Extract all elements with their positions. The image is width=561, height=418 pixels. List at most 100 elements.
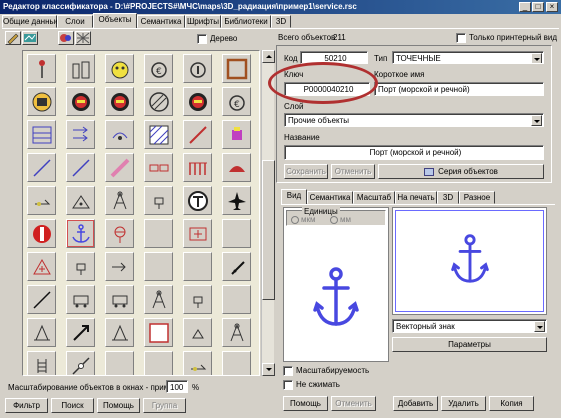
minimize-button[interactable]: _ <box>519 2 531 12</box>
symbol-cell[interactable] <box>105 186 134 215</box>
params-button[interactable]: Параметры <box>392 337 547 352</box>
symbol-cell[interactable] <box>66 351 95 375</box>
symbol-cell[interactable] <box>183 318 212 347</box>
save-button[interactable]: Сохранить <box>284 164 328 179</box>
tab-semantics[interactable]: Семантика <box>137 15 185 28</box>
tab-general[interactable]: Общие данные <box>2 15 60 28</box>
symbol-cell[interactable] <box>144 351 173 375</box>
tab-3d[interactable]: 3D <box>271 15 291 28</box>
scale-input[interactable]: 100 <box>166 380 188 393</box>
copy-button[interactable]: Копия <box>489 396 534 411</box>
symbol-cell[interactable] <box>27 186 56 215</box>
symbol-cell[interactable] <box>66 153 95 182</box>
tab-layers[interactable]: Слои <box>57 15 93 28</box>
scroll-thumb[interactable] <box>262 160 275 300</box>
tree-checkbox[interactable] <box>197 34 207 44</box>
view-tab-view[interactable]: Вид <box>281 189 307 205</box>
symbol-cell[interactable] <box>144 219 173 248</box>
symbol-cell[interactable] <box>66 219 95 248</box>
symbol-cell[interactable] <box>66 120 95 149</box>
grid-tool-button[interactable] <box>75 31 91 45</box>
symbol-cell[interactable] <box>105 153 134 182</box>
symbol-cell[interactable] <box>27 351 56 375</box>
symbol-cell[interactable] <box>144 318 173 347</box>
layer-dropdown-arrow[interactable] <box>531 115 542 126</box>
symbol-cell[interactable] <box>183 252 212 281</box>
symbol-cell[interactable] <box>66 252 95 281</box>
symbol-cell[interactable] <box>222 351 251 375</box>
group-button[interactable]: Группа <box>143 398 186 413</box>
symbol-cell[interactable] <box>144 120 173 149</box>
symbol-cell[interactable] <box>183 285 212 314</box>
symbol-cell[interactable] <box>105 219 134 248</box>
tab-objects[interactable]: Объекты <box>93 13 137 29</box>
symbol-cell[interactable] <box>183 186 212 215</box>
name-input[interactable]: Порт (морской и речной) <box>284 145 544 160</box>
symbol-cell[interactable] <box>183 219 212 248</box>
symbol-cell[interactable] <box>27 285 56 314</box>
symbol-cell[interactable] <box>27 318 56 347</box>
scroll-down-arrow[interactable] <box>262 363 275 376</box>
symbol-cell[interactable] <box>222 186 251 215</box>
tab-libraries[interactable]: Библиотеки <box>221 15 271 28</box>
symbol-cell[interactable] <box>105 285 134 314</box>
symbol-cell[interactable] <box>27 219 56 248</box>
view-tab-3d[interactable]: 3D <box>437 191 459 204</box>
left-help-button[interactable]: Помощь <box>97 398 140 413</box>
tab-fonts[interactable]: Шрифты <box>185 15 221 28</box>
maximize-button[interactable]: □ <box>532 2 544 12</box>
right-help-button[interactable]: Помощь <box>283 396 328 411</box>
symbol-cell[interactable] <box>105 87 134 116</box>
symbol-cell[interactable] <box>27 153 56 182</box>
delete-button[interactable]: Удалить <box>441 396 486 411</box>
view-tab-scale[interactable]: Масштаб <box>353 191 395 204</box>
symbol-cell[interactable] <box>144 186 173 215</box>
symbol-cell[interactable] <box>105 318 134 347</box>
symbol-cell[interactable] <box>183 351 212 375</box>
symbol-cell[interactable] <box>27 87 56 116</box>
search-button[interactable]: Поиск <box>51 398 94 413</box>
sign-type-select[interactable]: Векторный знак <box>392 319 547 333</box>
symbol-cell[interactable] <box>144 252 173 281</box>
symbol-cell[interactable] <box>66 186 95 215</box>
scroll-up-arrow[interactable] <box>262 50 275 63</box>
sign-type-dropdown-arrow[interactable] <box>534 321 545 332</box>
symbol-cell[interactable] <box>105 54 134 83</box>
symbol-cell[interactable] <box>183 120 212 149</box>
symbol-cell[interactable] <box>222 120 251 149</box>
symbol-cell[interactable] <box>66 87 95 116</box>
symbol-cell[interactable] <box>144 87 173 116</box>
symbol-cell[interactable] <box>105 120 134 149</box>
short-name-input[interactable]: Порт (морской и речной) <box>374 82 544 96</box>
symbol-cell[interactable] <box>105 252 134 281</box>
symbol-cell[interactable] <box>27 120 56 149</box>
symbol-cell[interactable] <box>183 54 212 83</box>
units-radio-mm[interactable] <box>330 216 338 224</box>
symbol-cell[interactable] <box>222 318 251 347</box>
add-button[interactable]: Добавить <box>393 396 438 411</box>
symbol-cell[interactable] <box>222 285 251 314</box>
symbol-cell[interactable] <box>66 285 95 314</box>
view-tab-print[interactable]: На печать <box>395 191 437 204</box>
symbol-cell[interactable] <box>183 87 212 116</box>
symbol-cell[interactable] <box>222 252 251 281</box>
symbol-cell[interactable] <box>222 153 251 182</box>
symbol-cell[interactable] <box>222 54 251 83</box>
view-tab-semantics[interactable]: Семантика <box>307 191 353 204</box>
symbol-cell[interactable] <box>66 318 95 347</box>
symbol-grid-scrollbar[interactable] <box>261 50 275 376</box>
type-select[interactable]: ТОЧЕЧНЫЕ <box>392 51 544 64</box>
symbol-cell[interactable] <box>27 252 56 281</box>
symbol-grid[interactable]: € € <box>22 50 260 376</box>
symbol-cell[interactable]: € <box>222 87 251 116</box>
symbol-cell[interactable] <box>183 153 212 182</box>
symbol-cell[interactable] <box>222 219 251 248</box>
filter-tool-button[interactable] <box>58 31 74 45</box>
symbol-cell[interactable] <box>144 153 173 182</box>
symbol-cell[interactable] <box>27 54 56 83</box>
print-only-checkbox[interactable] <box>456 33 466 43</box>
series-button[interactable]: Серия объектов <box>378 164 544 179</box>
no-compress-checkbox[interactable] <box>283 380 293 390</box>
symbol-cell[interactable] <box>66 54 95 83</box>
cancel-changes-button[interactable]: Отменить <box>331 164 375 179</box>
